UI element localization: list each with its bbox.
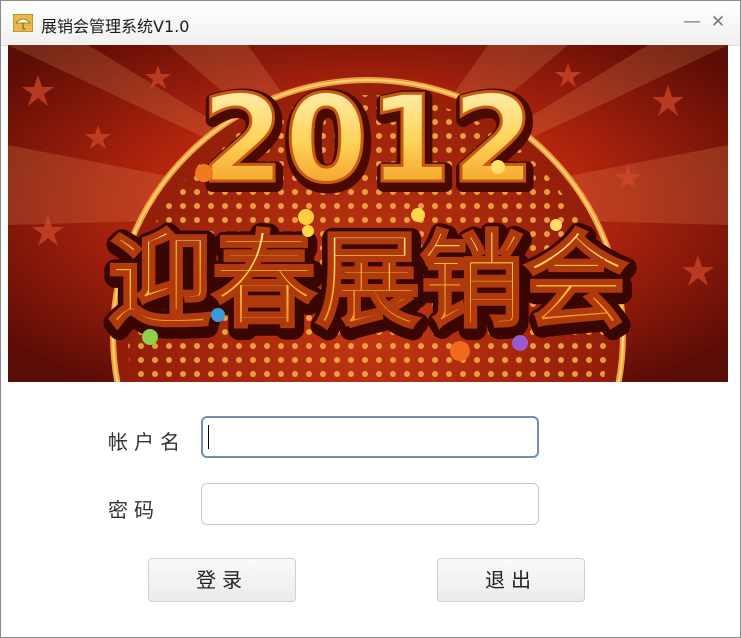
password-label: 密码 xyxy=(108,498,160,522)
window-title: 展销会管理系统V1.0 xyxy=(41,17,190,36)
text-caret xyxy=(208,425,209,449)
app-umbrella-icon xyxy=(13,14,33,32)
title-bar[interactable]: 展销会管理系统V1.0 — ✕ xyxy=(1,1,740,46)
banner-graphic: 2012 2012 迎春展销会 迎春展销会 xyxy=(8,45,728,382)
login-button[interactable]: 登录 xyxy=(148,558,296,602)
close-button[interactable]: ✕ xyxy=(707,11,729,33)
banner-image: 2012 2012 迎春展销会 迎春展销会 xyxy=(8,45,728,382)
username-input[interactable] xyxy=(201,416,539,458)
exit-button[interactable]: 退出 xyxy=(437,558,585,602)
login-form: 帐户名 密码 登录 退出 xyxy=(1,382,740,637)
banner-headline: 迎春展销会 xyxy=(108,220,628,342)
username-label: 帐户名 xyxy=(108,430,186,454)
minimize-button[interactable]: — xyxy=(681,11,703,33)
login-window: 展销会管理系统V1.0 — ✕ 2012 2012 迎春展销会 迎春展销会 帐户… xyxy=(0,0,741,638)
banner-year: 2012 xyxy=(201,71,535,210)
password-input[interactable] xyxy=(201,483,539,525)
